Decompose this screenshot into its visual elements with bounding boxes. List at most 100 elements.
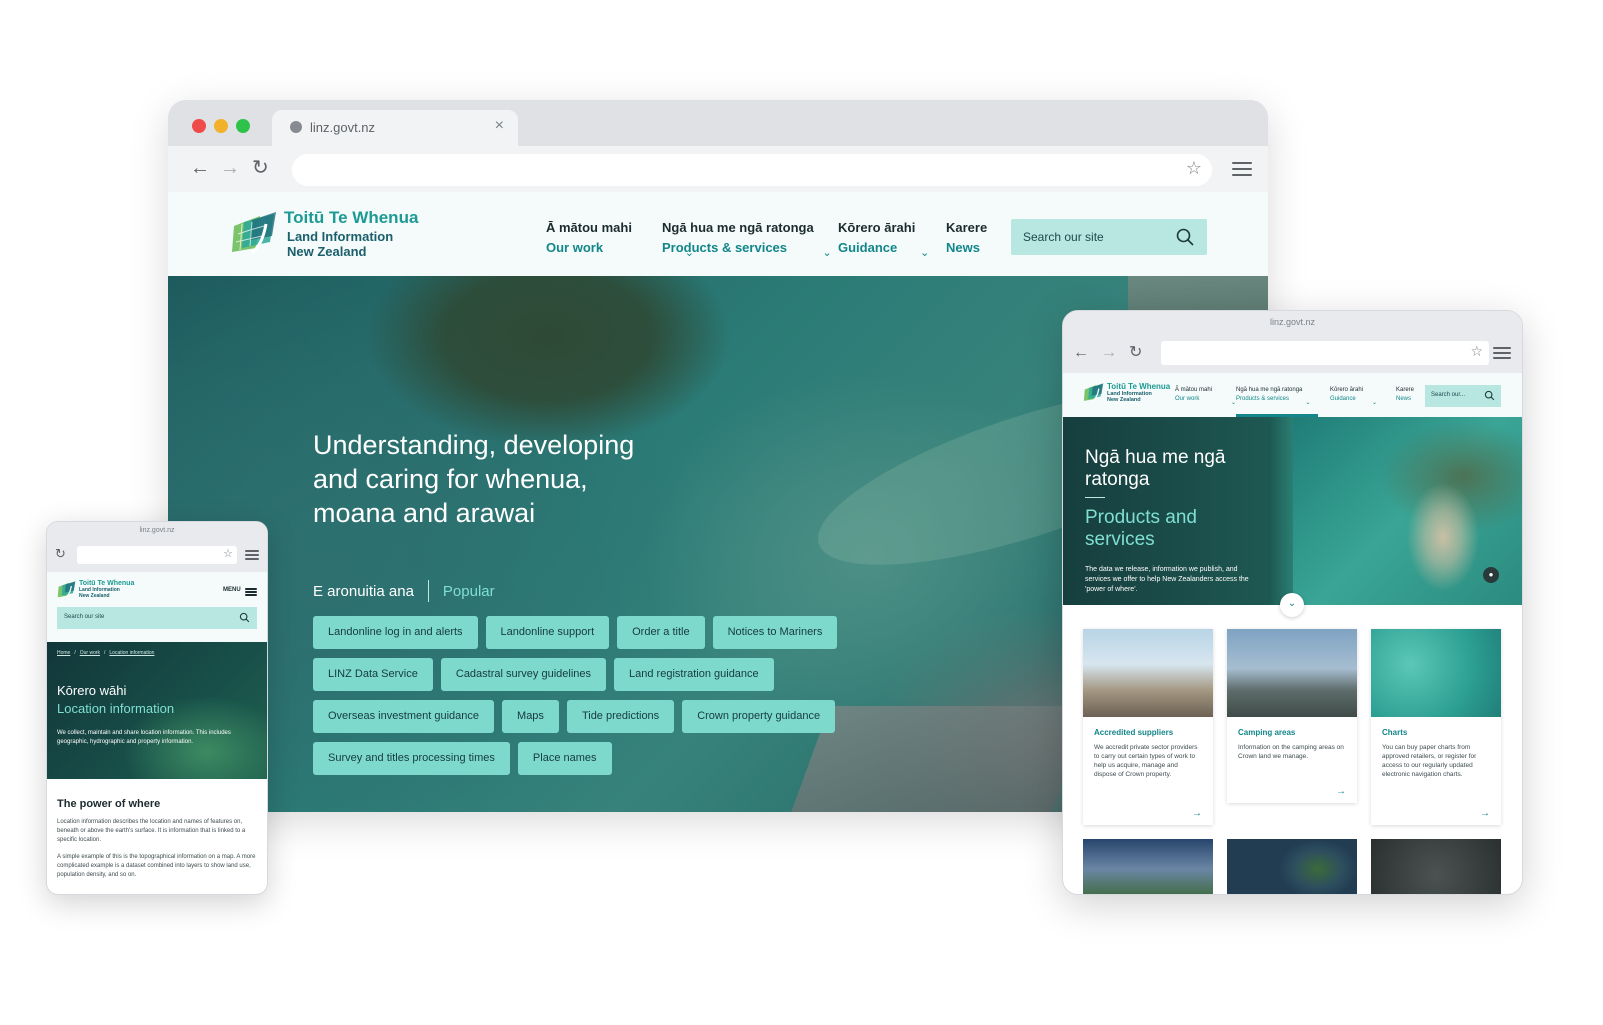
card-accredited-suppliers[interactable]: Accredited suppliers We accredit private… bbox=[1083, 629, 1213, 825]
card-image bbox=[1371, 629, 1501, 717]
popular-heading: E aronuitia ana Popular bbox=[313, 580, 495, 602]
popular-link-chip[interactable]: Landonline support bbox=[485, 616, 610, 649]
search-input[interactable]: Search our site bbox=[1011, 219, 1207, 255]
nav-item-news[interactable]: Karere News bbox=[1396, 387, 1414, 402]
popular-link-chip[interactable]: Maps bbox=[502, 700, 559, 733]
card-image[interactable] bbox=[1371, 839, 1501, 894]
linz-logo[interactable]: Toitū Te Whenua Land Information New Zea… bbox=[57, 580, 134, 599]
nav-item-english-label: Products & services bbox=[1236, 396, 1290, 402]
nav-item-our-work[interactable]: Ā mātou mahi Our work ⌄ bbox=[1175, 387, 1236, 406]
nav-item-english-label: News bbox=[1396, 396, 1412, 402]
bookmark-star-icon[interactable]: ☆ bbox=[223, 547, 233, 560]
browser-menu-icon[interactable] bbox=[245, 550, 259, 560]
browser-menu-icon[interactable] bbox=[1232, 162, 1252, 176]
breadcrumb-separator: / bbox=[104, 650, 106, 656]
linz-logo[interactable]: Toitū Te Whenua Land Information New Zea… bbox=[1083, 382, 1170, 403]
browser-tab[interactable]: linz.govt.nz × bbox=[272, 110, 518, 146]
popular-link-chip[interactable]: Notices to Mariners bbox=[712, 616, 838, 649]
bookmark-star-icon[interactable]: ☆ bbox=[1186, 158, 1202, 179]
nav-item-guidance[interactable]: Kōrero ārahi Guidance ⌄ bbox=[1330, 387, 1377, 406]
card-camping-areas[interactable]: Camping areas Information on the camping… bbox=[1227, 629, 1357, 803]
breadcrumb-location-information[interactable]: Location information bbox=[109, 650, 154, 656]
logo-line-1: Toitū Te Whenua bbox=[284, 208, 419, 227]
search-input[interactable]: Search our... bbox=[1425, 385, 1501, 407]
card-charts[interactable]: Charts You can buy paper charts from app… bbox=[1371, 629, 1501, 825]
forward-arrow-icon[interactable]: → bbox=[1101, 341, 1117, 365]
nav-item-maori-label: Ā mātou mahi bbox=[546, 220, 632, 235]
card-title: Camping areas bbox=[1238, 728, 1296, 737]
popular-link-chip[interactable]: Tide predictions bbox=[566, 700, 675, 733]
hero-divider bbox=[1085, 497, 1105, 498]
tablet-url: linz.govt.nz bbox=[1269, 317, 1316, 327]
hero-english-title: Location information bbox=[57, 701, 175, 716]
linz-logo[interactable]: Toitū Te Whenua Land Information New Zea… bbox=[230, 208, 418, 259]
breadcrumb-home[interactable]: Home bbox=[57, 650, 70, 656]
search-icon[interactable] bbox=[1484, 390, 1495, 401]
popular-link-chip[interactable]: Survey and titles processing times bbox=[313, 742, 510, 775]
reload-icon[interactable]: ↻ bbox=[55, 546, 66, 562]
paragraph: Location information describes the locat… bbox=[57, 819, 246, 843]
reload-icon[interactable]: ↻ bbox=[252, 156, 269, 180]
mobile-url: linz.govt.nz bbox=[139, 527, 175, 534]
nav-item-products-services[interactable]: Ngā hua me ngā ratonga Products & servic… bbox=[662, 220, 832, 259]
hero-banner: Home / Our work / Location information Kōr… bbox=[47, 642, 267, 779]
nav-item-english-label: News bbox=[946, 240, 980, 255]
card-image[interactable] bbox=[1083, 839, 1213, 894]
nav-item-our-work[interactable]: Ā mātou mahi Our work ⌄ bbox=[546, 220, 694, 259]
arrow-right-icon[interactable]: → bbox=[1336, 786, 1346, 797]
search-icon[interactable] bbox=[1175, 227, 1195, 247]
menu-hamburger-icon[interactable] bbox=[245, 588, 257, 596]
menu-button-label[interactable]: MENU bbox=[223, 587, 241, 593]
arrow-right-icon[interactable]: → bbox=[1480, 808, 1490, 819]
hero-english-title: Products and services bbox=[1085, 507, 1197, 550]
location-pin-icon[interactable]: ● bbox=[1483, 567, 1499, 583]
minimize-window-button[interactable] bbox=[214, 119, 228, 133]
reload-icon[interactable]: ↻ bbox=[1129, 341, 1142, 365]
popular-link-chip[interactable]: Land registration guidance bbox=[614, 658, 774, 691]
nav-item-maori-label: Karere bbox=[1396, 387, 1415, 393]
close-tab-icon[interactable]: × bbox=[495, 117, 504, 135]
address-bar[interactable]: ☆ bbox=[1161, 341, 1489, 365]
search-input[interactable]: Search our site bbox=[57, 607, 257, 629]
back-arrow-icon[interactable]: ← bbox=[1073, 341, 1089, 365]
popular-link-chip[interactable]: Cadastral survey guidelines bbox=[440, 658, 607, 691]
browser-menu-icon[interactable] bbox=[1493, 347, 1511, 359]
popular-link-chip[interactable]: Overseas investment guidance bbox=[313, 700, 495, 733]
chevron-down-icon: ⌄ bbox=[822, 247, 832, 259]
nav-item-news[interactable]: Karere News bbox=[946, 220, 987, 255]
popular-link-chip[interactable]: Landonline log in and alerts bbox=[313, 616, 478, 649]
nav-item-maori-label: Ā mātou mahi bbox=[1175, 387, 1213, 393]
breadcrumb-our-work[interactable]: Our work bbox=[80, 650, 100, 656]
popular-links: Landonline log in and alerts Landonline … bbox=[313, 616, 853, 775]
linz-logo-icon bbox=[232, 211, 276, 253]
popular-link-chip[interactable]: LINZ Data Service bbox=[313, 658, 433, 691]
address-bar[interactable]: ☆ bbox=[292, 154, 1212, 186]
back-arrow-icon[interactable]: ← bbox=[190, 156, 210, 180]
card-image[interactable] bbox=[1227, 839, 1357, 894]
popular-divider bbox=[427, 580, 429, 602]
nav-item-guidance[interactable]: Kōrero ārahi Guidance ⌄ bbox=[838, 220, 929, 259]
nav-item-maori-label: Ngā hua me ngā ratonga bbox=[1236, 387, 1303, 393]
content-section: The power of where Location information … bbox=[57, 798, 259, 880]
scroll-down-chevron-icon[interactable]: ⌄ bbox=[1280, 593, 1304, 617]
nav-item-maori-label: Karere bbox=[946, 220, 988, 235]
bookmark-star-icon[interactable]: ☆ bbox=[1470, 343, 1483, 360]
forward-arrow-icon[interactable]: → bbox=[220, 156, 240, 180]
maximize-window-button[interactable] bbox=[236, 119, 250, 133]
nav-item-products-services[interactable]: Ngā hua me ngā ratonga Products & servic… bbox=[1236, 387, 1310, 406]
nav-item-english-label: Guidance bbox=[1330, 396, 1356, 402]
card-text: You can buy paper charts from approved r… bbox=[1382, 744, 1477, 778]
search-placeholder: Search our... bbox=[1431, 392, 1466, 398]
popular-link-chip[interactable]: Place names bbox=[517, 742, 612, 775]
popular-english-label: Popular bbox=[442, 582, 495, 600]
arrow-right-icon[interactable]: → bbox=[1192, 808, 1202, 819]
popular-link-chip[interactable]: Crown property guidance bbox=[682, 700, 836, 733]
chevron-down-icon: ⌄ bbox=[1372, 400, 1378, 406]
address-bar[interactable]: ☆ bbox=[77, 546, 237, 564]
paragraph: A simple example of this is the topograp… bbox=[57, 854, 256, 878]
popular-link-chip[interactable]: Order a title bbox=[617, 616, 705, 649]
logo-line-2: Land Information bbox=[287, 229, 394, 244]
search-icon[interactable] bbox=[239, 612, 250, 623]
close-window-button[interactable] bbox=[192, 119, 206, 133]
hero-banner: Ngā hua me ngā ratonga Products and serv… bbox=[1063, 417, 1522, 617]
